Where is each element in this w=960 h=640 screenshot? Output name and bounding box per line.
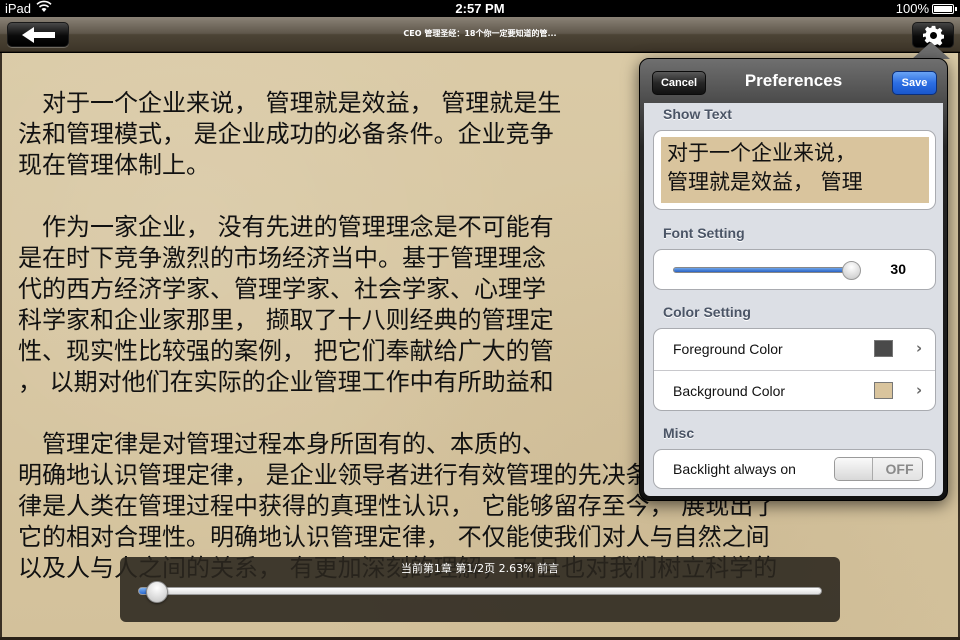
- show-text-group: 对于一个企业来说， 管理就是效益， 管理: [653, 130, 936, 210]
- color-setting-group: Foreground Color › Background Color ›: [653, 328, 936, 411]
- clock: 2:57 PM: [455, 1, 505, 16]
- background-color-row[interactable]: Background Color ›: [654, 370, 935, 411]
- font-size-fill: [674, 268, 853, 272]
- misc-group: Backlight always on OFF: [653, 449, 936, 489]
- backlight-label: Backlight always on: [673, 461, 796, 477]
- font-size-slider[interactable]: [673, 261, 862, 280]
- text-preview: 对于一个企业来说， 管理就是效益， 管理: [661, 137, 929, 203]
- progress-label: 当前第1章 第1/2页 2.63% 前言: [400, 562, 560, 575]
- popover-arrow: [912, 42, 950, 59]
- section-header-font-setting: Font Setting: [663, 225, 745, 241]
- preferences-body: Show Text 对于一个企业来说， 管理就是效益， 管理 Font Sett…: [644, 103, 943, 496]
- book-title: CEO 管理圣经：18个你一定要知道的管...: [403, 29, 557, 38]
- background-color-label: Background Color: [673, 383, 786, 399]
- toggle-state: OFF: [885, 461, 914, 477]
- section-header-show-text: Show Text: [663, 106, 732, 122]
- text-line: 它的相对合理性。明确地认识管理定律， 不仅能使我们对人与自然之间: [18, 523, 770, 551]
- chevron-right-icon: ›: [916, 381, 923, 399]
- section-header-color-setting: Color Setting: [663, 304, 751, 320]
- status-bar: iPad 2:57 PM 100%: [0, 0, 960, 17]
- font-size-value: 30: [890, 261, 906, 277]
- background-color-swatch: [874, 382, 893, 399]
- font-size-thumb[interactable]: [842, 261, 862, 280]
- battery-icon: [932, 4, 957, 14]
- chevron-right-icon: ›: [916, 339, 923, 357]
- section-header-misc: Misc: [663, 425, 695, 441]
- nav-bar: CEO 管理圣经：18个你一定要知道的管...: [0, 17, 960, 52]
- font-setting-group: 30: [653, 249, 936, 290]
- progress-slider[interactable]: [138, 581, 822, 603]
- backlight-toggle[interactable]: OFF: [834, 457, 923, 481]
- toggle-knob: [835, 458, 873, 480]
- preview-line: 对于一个企业来说，: [667, 141, 856, 165]
- battery-percent: 100%: [895, 1, 929, 16]
- foreground-color-label: Foreground Color: [673, 341, 783, 357]
- preview-line: 管理就是效益， 管理: [667, 170, 863, 194]
- back-button[interactable]: [7, 22, 69, 47]
- popover-header: Cancel Preferences Save: [640, 59, 947, 103]
- arrow-left-icon: [22, 27, 55, 43]
- progress-panel: 当前第1章 第1/2页 2.63% 前言: [120, 557, 840, 622]
- preferences-popover: Cancel Preferences Save Show Text 对于一个企业…: [639, 58, 948, 501]
- save-button[interactable]: Save: [892, 71, 937, 95]
- foreground-color-swatch: [874, 340, 893, 357]
- progress-thumb[interactable]: [145, 581, 168, 603]
- foreground-color-row[interactable]: Foreground Color ›: [654, 329, 935, 370]
